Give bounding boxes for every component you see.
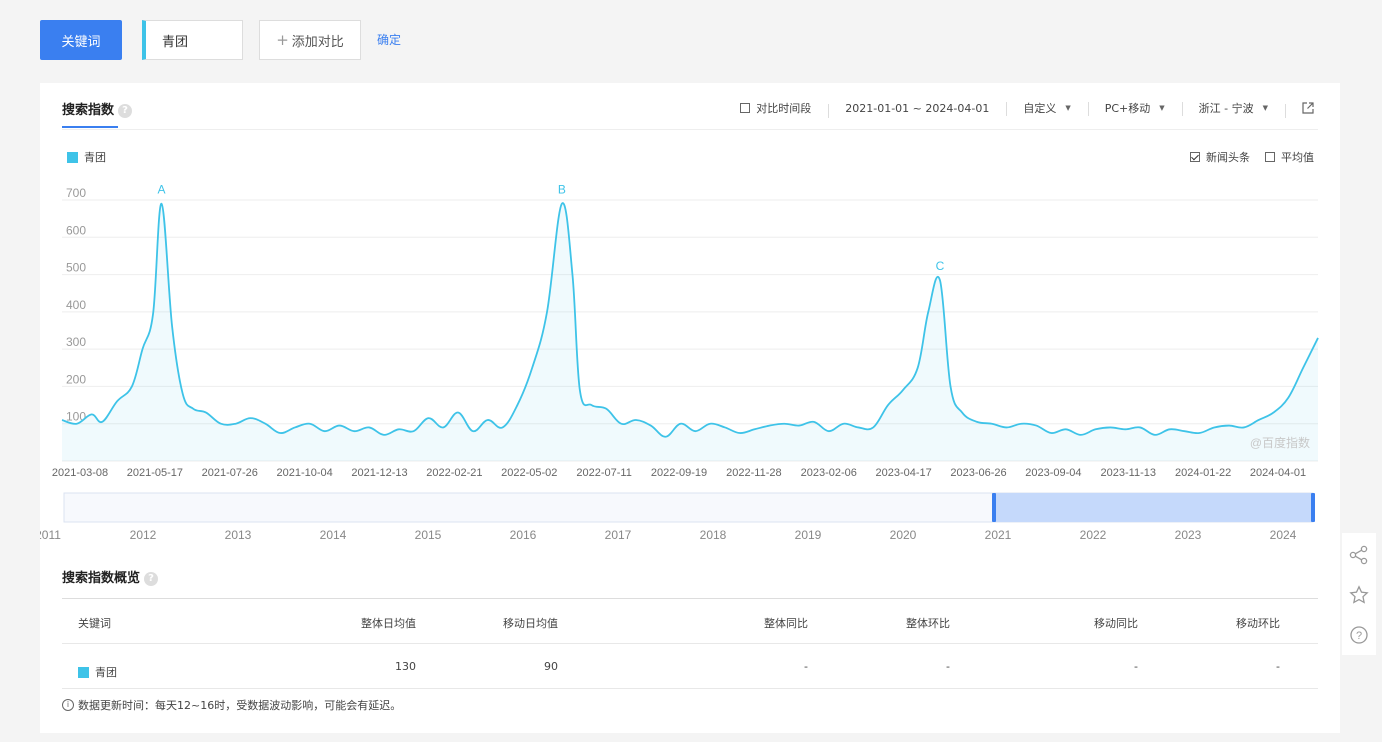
x-tick-label: 2023-04-17 — [875, 467, 931, 479]
row-overall-avg: 130 — [395, 660, 416, 673]
x-tick-label: 2022-09-19 — [651, 467, 707, 479]
header-mobile-mom: 移动环比 — [1236, 617, 1280, 630]
add-compare-label: 添加对比 — [291, 34, 344, 50]
row-keyword: 青团 — [78, 664, 117, 680]
x-tick-label: 2021-10-04 — [276, 467, 332, 479]
top-bar: 关键词 青团 + 添加对比 确定 — [40, 20, 1340, 60]
y-tick-label: 700 — [66, 186, 86, 200]
x-tick-label: 2021-03-08 — [52, 467, 108, 479]
header-mobile-avg: 移动日均值 — [503, 617, 558, 630]
row-mobile-yoy: - — [1134, 660, 1138, 673]
search-index-chart[interactable]: 700600500400300200100 A BC 2021-03-08 2021… — [40, 83, 1340, 543]
keyword-value: 青团 — [162, 34, 189, 50]
header-overall-yoy: 整体同比 — [764, 617, 808, 630]
x-tick-label: 2023-11-13 — [1101, 467, 1156, 479]
timeline-year-label: 2023 — [1175, 528, 1202, 542]
row-keyword-text: 青团 — [95, 666, 117, 679]
row-mobile-avg: 90 — [544, 660, 558, 673]
help-icon[interactable]: ? — [144, 571, 159, 586]
x-tick-label: 2021-05-17 — [127, 467, 183, 479]
timeline-year-label: 2011 — [40, 528, 61, 542]
timeline-year-label: 2018 — [700, 528, 727, 542]
x-tick-label: 2021-12-13 — [351, 467, 407, 479]
row-overall-yoy: - — [804, 660, 808, 673]
timeline-selection[interactable] — [994, 493, 1313, 522]
update-note: i 数据更新时间：每天12~16时，受数据波动影响，可能会有延迟。 — [62, 697, 401, 713]
x-tick-label: 2022-02-21 — [426, 467, 482, 479]
series-line — [61, 202, 1319, 438]
annotation-label[interactable]: B — [558, 183, 566, 197]
side-toolbar: ? — [1342, 533, 1376, 655]
add-compare-button[interactable]: + 添加对比 — [259, 20, 361, 60]
annotations: A B C — [158, 183, 945, 273]
timeline-year-label: 2021 — [985, 528, 1012, 542]
timeline-year-label: 2016 — [510, 528, 537, 542]
timeline-year-label: 2013 — [225, 528, 252, 542]
x-tick-label: 2022-11-28 — [726, 467, 781, 479]
header-overall-mom: 整体环比 — [906, 617, 950, 630]
y-axis-ticks: 700600500400300200100 — [66, 186, 86, 424]
overview-table: 关键词 整体日均值 移动日均值 整体同比 整体环比 移动同比 移动环比 青团 1… — [62, 598, 1318, 689]
search-index-card: 搜索指数? 对比时间段 2021-01-01 ~ 2024-04-01 自定义 … — [40, 83, 1340, 733]
x-tick-label: 2023-09-04 — [1025, 467, 1081, 479]
y-tick-label: 200 — [66, 372, 86, 386]
timeline-year-label: 2019 — [795, 528, 822, 542]
timeline-year-label: 2012 — [130, 528, 157, 542]
star-icon[interactable] — [1349, 585, 1369, 605]
x-tick-label: 2024-04-01 — [1250, 467, 1306, 479]
series-area — [62, 203, 1318, 461]
keyword-swatch — [78, 666, 89, 678]
annotation-label[interactable]: A — [158, 183, 166, 197]
x-tick-label: 2021-07-26 — [202, 467, 258, 479]
plus-icon: + — [276, 31, 289, 49]
timeline-year-label: 2017 — [605, 528, 632, 542]
confirm-link[interactable]: 确定 — [377, 31, 401, 48]
x-tick-label: 2023-02-06 — [801, 467, 857, 479]
y-tick-label: 400 — [66, 298, 86, 312]
timeline-year-label: 2022 — [1080, 528, 1107, 542]
y-tick-label: 500 — [66, 261, 86, 275]
info-icon: i — [62, 699, 74, 711]
x-tick-label: 2024-01-22 — [1175, 467, 1231, 479]
row-overall-mom: - — [946, 660, 950, 673]
timeline-year-label: 2020 — [890, 528, 917, 542]
header-keyword: 关键词 — [78, 617, 111, 630]
x-tick-label: 2023-06-26 — [950, 467, 1006, 479]
timeline-slider: 2011 2012 2013 2014 2015 2016 2017 2018 2019 2020… — [40, 492, 1315, 542]
y-tick-label: 600 — [66, 223, 86, 237]
table-header: 关键词 整体日均值 移动日均值 整体同比 整体环比 移动同比 移动环比 — [62, 598, 1318, 644]
help-icon[interactable]: ? — [1349, 625, 1369, 645]
annotation-label[interactable]: C — [936, 259, 945, 273]
x-tick-label: 2022-07-11 — [576, 467, 631, 479]
share-icon[interactable] — [1349, 545, 1369, 565]
timeline-year-label: 2014 — [320, 528, 347, 542]
overview-title: 搜索指数概览? — [62, 567, 159, 586]
keyword-input[interactable]: 青团 — [142, 20, 243, 60]
overview-title-text: 搜索指数概览 — [62, 571, 141, 586]
watermark: @百度指数 — [1250, 435, 1310, 450]
update-note-text: 数据更新时间：每天12~16时，受数据波动影响，可能会有延迟。 — [78, 699, 402, 712]
timeline-handle-left[interactable] — [992, 493, 996, 522]
svg-text:?: ? — [1356, 630, 1362, 642]
header-overall-avg: 整体日均值 — [361, 617, 416, 630]
timeline-year-label: 2024 — [1270, 528, 1297, 542]
table-row: 青团 130 90 - - - - — [62, 644, 1318, 689]
x-axis-ticks: 2021-03-08 2021-05-17 2021-07-26 2021-10-04… — [52, 467, 1306, 479]
header-mobile-yoy: 移动同比 — [1094, 617, 1138, 630]
y-tick-label: 300 — [66, 335, 86, 349]
timeline-handle-right[interactable] — [1311, 493, 1315, 522]
timeline-year-label: 2015 — [415, 528, 442, 542]
x-tick-label: 2022-05-02 — [501, 467, 557, 479]
keyword-button[interactable]: 关键词 — [40, 20, 122, 60]
row-mobile-mom: - — [1276, 660, 1280, 673]
